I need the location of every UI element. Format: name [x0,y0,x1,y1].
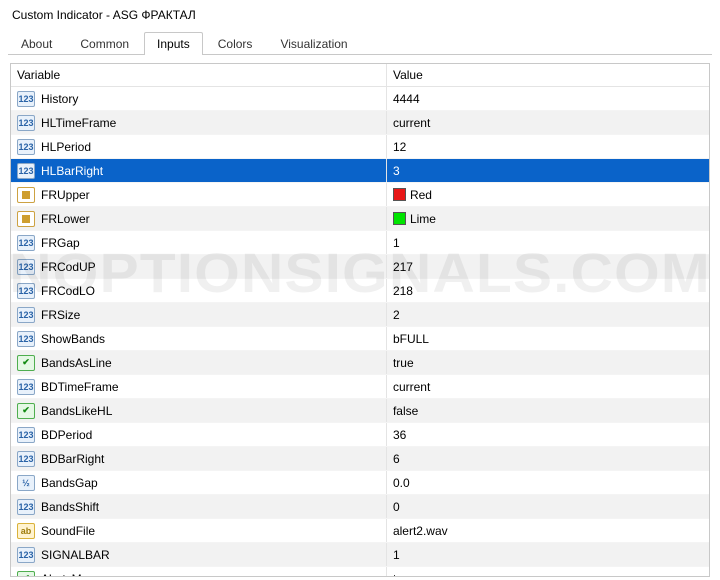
variable-name: BDBarRight [41,452,104,466]
column-header-variable[interactable]: Variable [11,64,386,87]
tab-viz[interactable]: Visualization [267,32,360,55]
tab-bar: AboutCommonInputsColorsVisualization [8,28,712,55]
variable-value[interactable]: 6 [393,452,400,466]
int-type-icon: 123 [17,547,35,563]
str-type-icon: ab [17,523,35,539]
variable-value[interactable]: 2 [393,308,400,322]
variable-value[interactable]: true [393,356,414,370]
int-type-icon: 123 [17,451,35,467]
grid-row[interactable]: 123 History 4444 [11,87,709,111]
variable-value[interactable]: 217 [393,260,413,274]
grid-row[interactable]: 123 HLBarRight 3 [11,159,709,183]
int-type-icon: 123 [17,331,35,347]
variable-value[interactable]: 1 [393,236,400,250]
variable-name: BandsGap [41,476,98,490]
variable-name: BDPeriod [41,428,92,442]
int-type-icon: 123 [17,235,35,251]
inputs-grid: Variable Value 123History4444123HLTimeFr… [11,64,709,577]
tab-common[interactable]: Common [67,32,142,55]
variable-value[interactable]: 218 [393,284,413,298]
variable-name: FRSize [41,308,80,322]
variable-name: ShowBands [41,332,105,346]
int-type-icon: 123 [17,139,35,155]
int-type-icon: 123 [17,307,35,323]
variable-name: FRLower [41,212,90,226]
grid-row[interactable]: ½ BandsGap 0.0 [11,471,709,495]
variable-name: FRCodLO [41,284,95,298]
variable-name: FRGap [41,236,80,250]
color-type-icon [17,211,35,227]
variable-value[interactable]: 0.0 [393,476,410,490]
variable-name: BandsLikeHL [41,404,112,418]
color-type-icon [17,187,35,203]
grid-row[interactable]: ✔ AlertsMessage true [11,567,709,578]
bool-type-icon: ✔ [17,403,35,419]
variable-value[interactable]: 0 [393,500,400,514]
variable-value[interactable]: 36 [393,428,406,442]
variable-value[interactable]: Red [410,188,432,202]
variable-value[interactable]: 12 [393,140,406,154]
grid-row[interactable]: FRLower Lime [11,207,709,231]
variable-name: BandsShift [41,500,99,514]
variable-value[interactable]: alert2.wav [393,524,448,538]
bool-type-icon: ✔ [17,571,35,578]
variable-value[interactable]: 4444 [393,92,420,106]
grid-row[interactable]: 123 BDBarRight 6 [11,447,709,471]
variable-name: FRUpper [41,188,90,202]
variable-name: BandsAsLine [41,356,112,370]
grid-row[interactable]: ✔ BandsAsLine true [11,351,709,375]
color-swatch-icon [393,188,406,201]
grid-row[interactable]: ✔ BandsLikeHL false [11,399,709,423]
int-type-icon: 123 [17,427,35,443]
variable-name: History [41,92,78,106]
variable-value[interactable]: bFULL [393,332,429,346]
variable-name: HLTimeFrame [41,116,116,130]
grid-row[interactable]: 123 ShowBands bFULL [11,327,709,351]
grid-row[interactable]: 123 FRCodLO 218 [11,279,709,303]
variable-name: FRCodUP [41,260,96,274]
variable-value[interactable]: true [393,572,414,578]
grid-row[interactable]: 123 FRGap 1 [11,231,709,255]
variable-name: SoundFile [41,524,95,538]
grid-row[interactable]: 123 BDTimeFrame current [11,375,709,399]
grid-row[interactable]: 123 BDPeriod 36 [11,423,709,447]
variable-value[interactable]: 3 [393,164,400,178]
grid-row[interactable]: ab SoundFile alert2.wav [11,519,709,543]
column-header-value[interactable]: Value [386,64,709,87]
int-type-icon: 123 [17,283,35,299]
int-type-icon: 123 [17,115,35,131]
variable-value[interactable]: current [393,116,430,130]
dbl-type-icon: ½ [17,475,35,491]
grid-row[interactable]: 123 FRCodUP 217 [11,255,709,279]
grid-row[interactable]: 123 HLPeriod 12 [11,135,709,159]
variable-value[interactable]: false [393,404,418,418]
bool-type-icon: ✔ [17,355,35,371]
int-type-icon: 123 [17,499,35,515]
grid-row[interactable]: 123 HLTimeFrame current [11,111,709,135]
variable-value[interactable]: Lime [410,212,436,226]
grid-row[interactable]: 123 BandsShift 0 [11,495,709,519]
int-type-icon: 123 [17,259,35,275]
grid-row[interactable]: 123 SIGNALBAR 1 [11,543,709,567]
variable-value[interactable]: 1 [393,548,400,562]
int-type-icon: 123 [17,379,35,395]
variable-name: HLBarRight [41,164,103,178]
grid-row[interactable]: 123 FRSize 2 [11,303,709,327]
int-type-icon: 123 [17,163,35,179]
tab-about[interactable]: About [8,32,65,55]
variable-value[interactable]: current [393,380,430,394]
tab-inputs[interactable]: Inputs [144,32,203,55]
variable-name: SIGNALBAR [41,548,110,562]
tab-colors[interactable]: Colors [205,32,266,55]
window-title: Custom Indicator - ASG ФРАКТАЛ [0,0,720,28]
inputs-grid-panel: Variable Value 123History4444123HLTimeFr… [10,63,710,577]
variable-name: AlertsMessage [41,572,120,578]
color-swatch-icon [393,212,406,225]
variable-name: BDTimeFrame [41,380,119,394]
int-type-icon: 123 [17,91,35,107]
variable-name: HLPeriod [41,140,91,154]
grid-row[interactable]: FRUpper Red [11,183,709,207]
